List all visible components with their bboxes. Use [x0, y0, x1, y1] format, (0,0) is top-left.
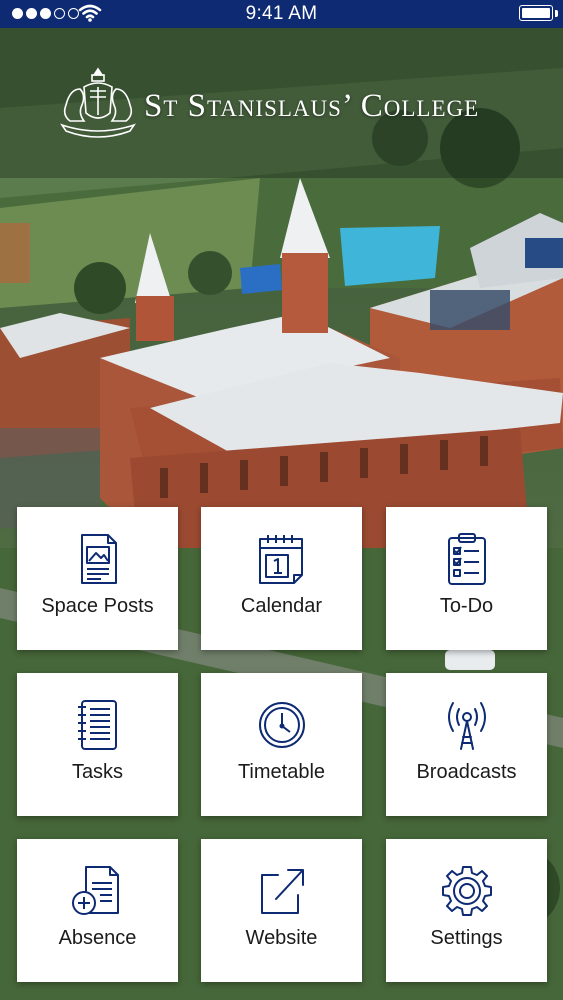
- college-title: St Stanislaus’ College: [144, 88, 480, 124]
- clock-icon: [258, 702, 305, 748]
- todo-clipboard-icon: [447, 533, 486, 585]
- tile-label: Calendar: [240, 595, 323, 617]
- tile-calendar[interactable]: Calendar: [201, 507, 362, 650]
- tile-label: Website: [245, 927, 318, 949]
- tile-label: Space Posts: [41, 595, 154, 617]
- tile-label: Timetable: [237, 761, 326, 783]
- tile-label: Settings: [430, 927, 503, 949]
- absence-form-icon: [71, 866, 119, 915]
- tasks-notebook-icon: [77, 700, 117, 750]
- tile-absence[interactable]: Absence: [17, 839, 178, 982]
- tile-label: Absence: [58, 927, 137, 949]
- tile-tasks[interactable]: Tasks: [17, 673, 178, 816]
- tile-website[interactable]: Website: [201, 839, 362, 982]
- tile-to-do[interactable]: To-Do: [386, 507, 547, 650]
- gear-icon: [441, 866, 492, 916]
- tile-label: To-Do: [439, 595, 494, 617]
- battery-icon: [519, 5, 553, 21]
- status-time: 9:41 AM: [245, 3, 318, 24]
- college-crest-logo: [56, 65, 140, 145]
- tile-label: Tasks: [71, 761, 124, 783]
- space-posts-icon: [80, 534, 117, 584]
- external-link-icon: [260, 869, 304, 914]
- tile-broadcasts[interactable]: Broadcasts: [386, 673, 547, 816]
- tile-label: Broadcasts: [416, 761, 517, 783]
- tile-settings[interactable]: Settings: [386, 839, 547, 982]
- status-bar: 9:41 AM: [0, 0, 563, 28]
- tile-space-posts[interactable]: Space Posts: [17, 507, 178, 650]
- broadcast-tower-icon: [447, 702, 486, 750]
- tile-timetable[interactable]: Timetable: [201, 673, 362, 816]
- calendar-icon: [258, 535, 303, 584]
